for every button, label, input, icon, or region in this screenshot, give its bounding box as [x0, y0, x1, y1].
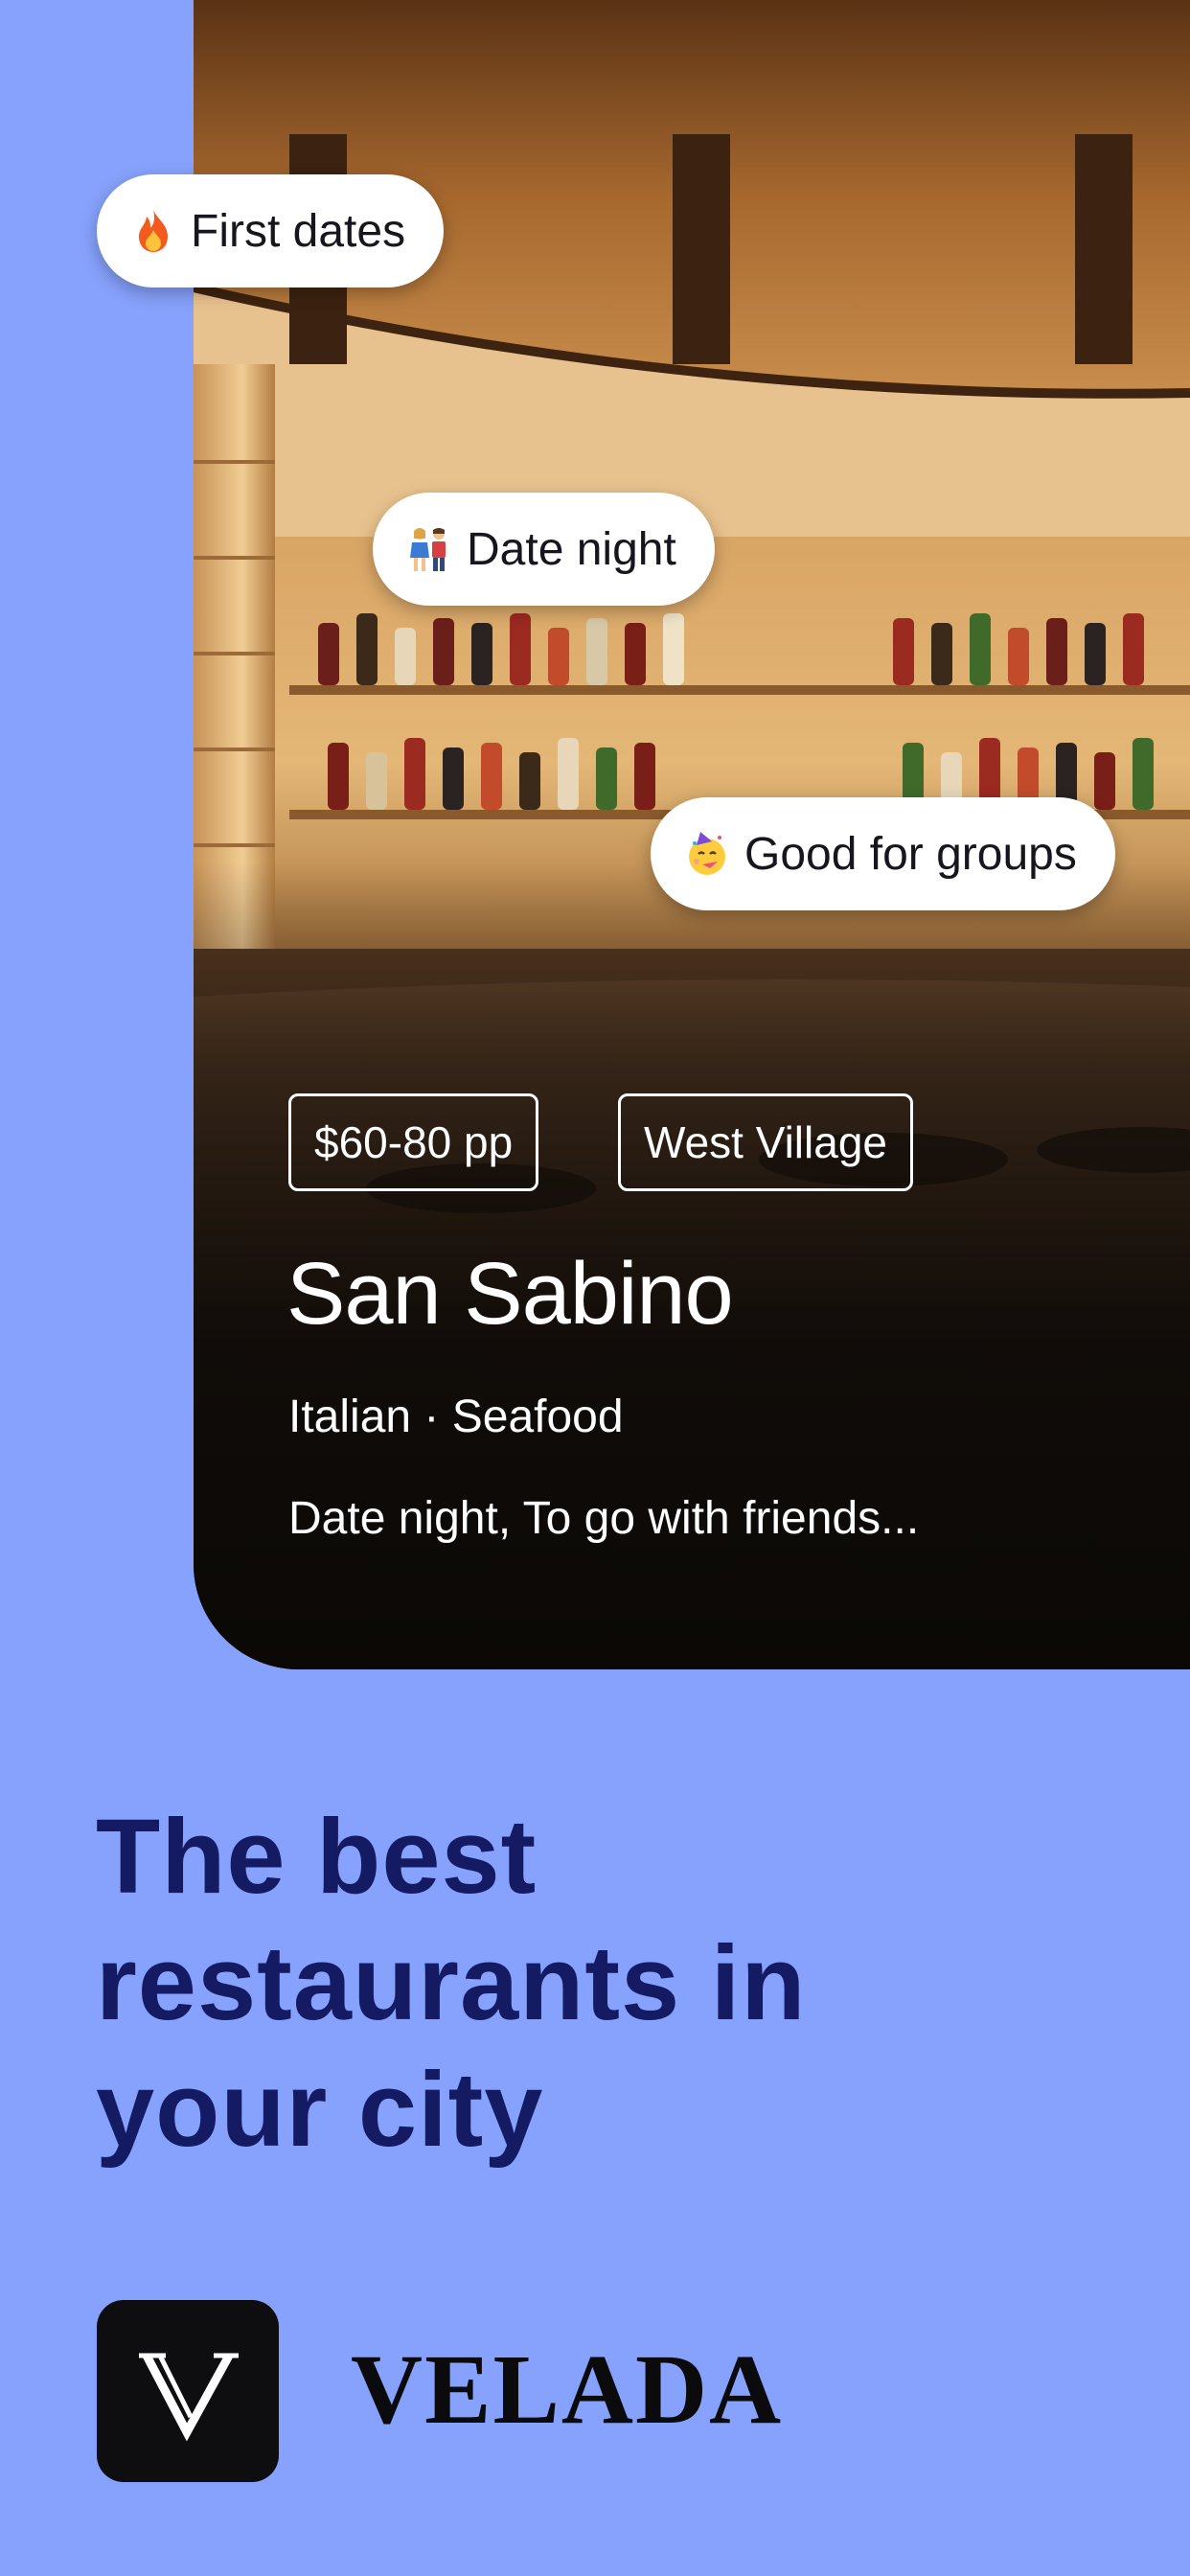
app-logo: [97, 2300, 279, 2482]
restaurant-cuisine: Italian · Seafood: [288, 1392, 624, 1442]
headline-line: restaurants in: [96, 1924, 807, 2042]
party-face-icon: [683, 830, 731, 878]
pill-label: Date night: [467, 523, 676, 575]
pill-label: Good for groups: [744, 828, 1077, 880]
headline-line: your city: [96, 2051, 544, 2169]
couple-icon: [405, 525, 453, 573]
headline: The best restaurants in your city: [96, 1794, 1092, 2174]
price-tag: $60-80 pp: [288, 1093, 539, 1191]
restaurant-name: San Sabino: [286, 1245, 734, 1343]
neighborhood-tag: West Village: [618, 1093, 913, 1191]
pill-good-for-groups[interactable]: Good for groups: [651, 797, 1115, 910]
brand-name: VELADA: [351, 2334, 784, 2445]
restaurant-description: Date night, To go with friends...: [288, 1493, 920, 1544]
pill-first-dates[interactable]: First dates: [97, 174, 445, 288]
fire-icon: [129, 207, 177, 255]
pill-label: First dates: [191, 205, 406, 257]
pill-date-night[interactable]: Date night: [373, 493, 715, 606]
headline-line: The best: [96, 1798, 538, 1916]
